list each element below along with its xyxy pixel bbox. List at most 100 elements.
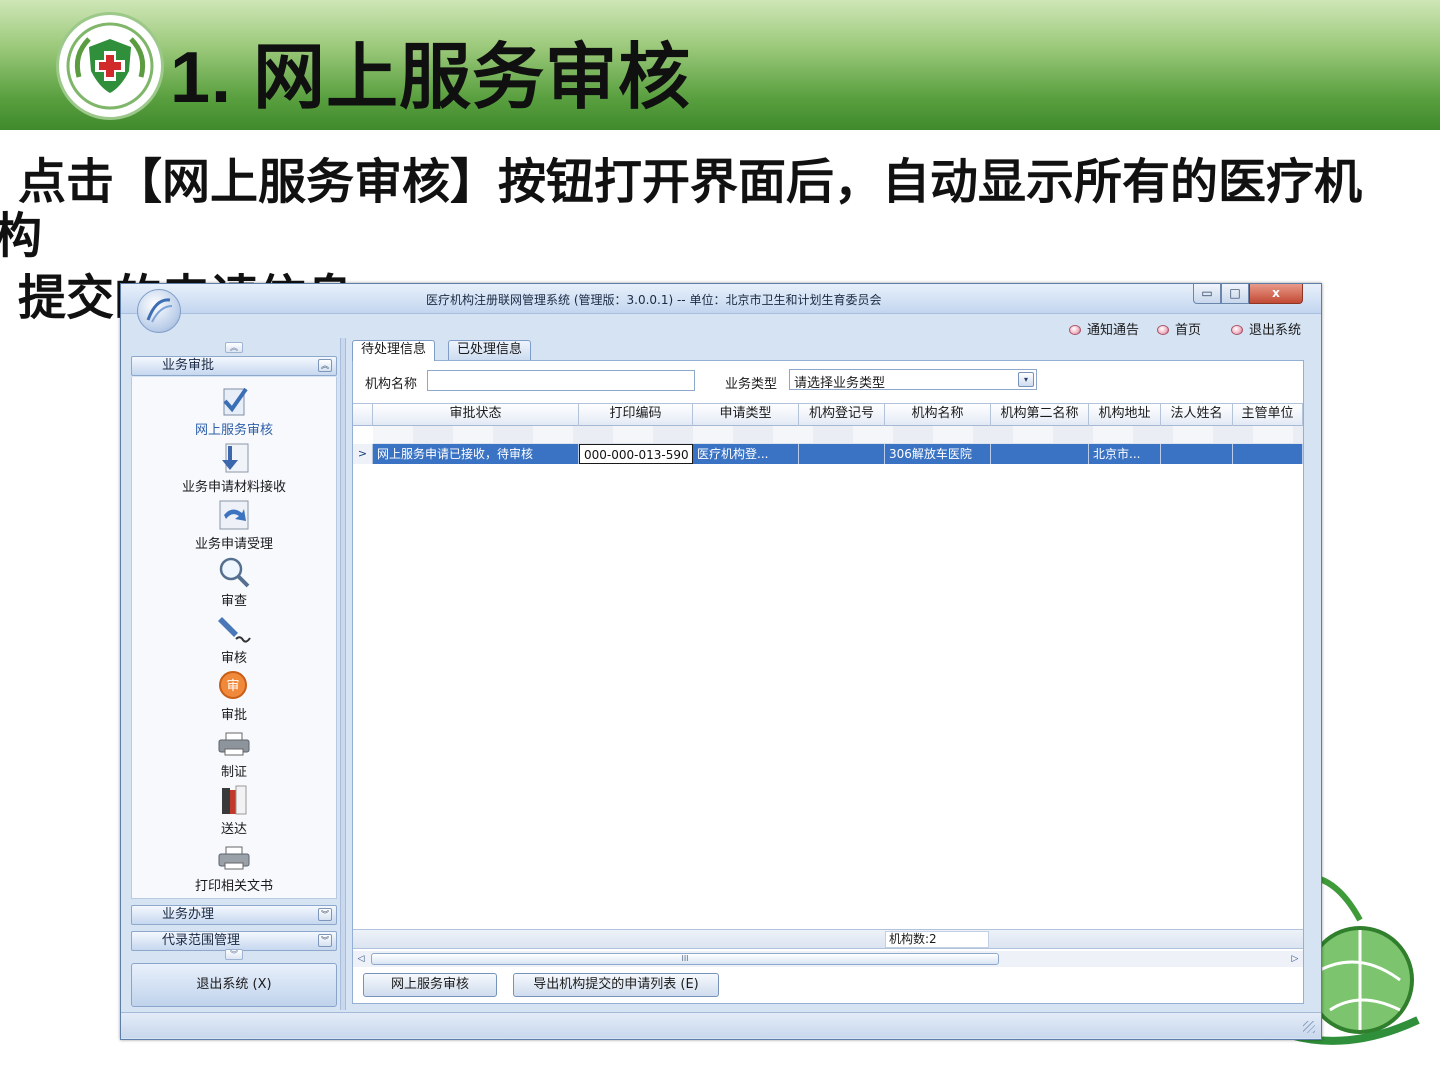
sidebar-scroll-up-button[interactable]: ︽: [225, 342, 243, 353]
column-header[interactable]: 机构名称: [885, 404, 991, 426]
main-panel: 待处理信息 已处理信息 机构名称 业务类型 请选择业务类型 ▾ 审批状态 打印编…: [350, 338, 1306, 1010]
column-header[interactable]: 打印编码: [579, 404, 693, 426]
book-delivery-icon: [222, 785, 247, 815]
download-arrow-icon: [222, 443, 249, 473]
nav-home-label: 首页: [1175, 323, 1202, 338]
sidebar-item-online-audit[interactable]: 网上服务审核: [132, 383, 336, 440]
sidebar-item-review[interactable]: 审查: [132, 554, 336, 611]
biz-type-label: 业务类型: [725, 377, 778, 392]
table-row-redacted[interactable]: [373, 426, 1303, 444]
column-header[interactable]: 主管单位: [1233, 404, 1303, 426]
scrollbar-thumb[interactable]: III: [371, 953, 999, 965]
export-list-button[interactable]: 导出机构提交的申请列表 (E): [513, 973, 719, 997]
column-header[interactable]: 申请类型: [693, 404, 799, 426]
sidebar-item-label: 打印相关文书: [194, 879, 273, 894]
sidebar-item-material-receive[interactable]: 业务申请材料接收: [132, 440, 336, 497]
table-row-selected[interactable]: > 网上服务申请已接收，待审核 000-000-013-590 医疗机构登...…: [353, 444, 1303, 464]
chevron-down-icon[interactable]: ︾: [318, 934, 332, 947]
sidebar-item-audit[interactable]: 审核: [132, 611, 336, 668]
column-header[interactable]: 机构登记号: [799, 404, 885, 426]
resize-grip-icon[interactable]: [1303, 1021, 1315, 1033]
tab-processed[interactable]: 已处理信息: [448, 340, 532, 360]
forward-arrow-icon: [219, 500, 249, 530]
online-audit-button[interactable]: 网上服务审核: [363, 973, 497, 997]
cell-org-second-name[interactable]: [991, 444, 1089, 464]
cell-print-code[interactable]: 000-000-013-590: [579, 444, 693, 464]
cell-registration-number[interactable]: [799, 444, 885, 464]
chevron-down-icon[interactable]: ︾: [318, 908, 332, 921]
cell-application-type[interactable]: 医疗机构登...: [693, 444, 799, 464]
nav-exit-label: 退出系统: [1249, 323, 1302, 338]
cell-supervisor-unit[interactable]: [1233, 444, 1303, 464]
sidebar-item-label: 审核: [220, 651, 247, 666]
sidebar-scroll-down-button[interactable]: ︾: [225, 949, 243, 960]
sidebar-item-application-accept[interactable]: 业务申请受理: [132, 497, 336, 554]
app-window: 医疗机构注册联网管理系统 (管理版：3.0.0.1) -- 单位：北京市卫生和计…: [120, 283, 1322, 1040]
sidebar-item-approve[interactable]: 审 审批: [132, 668, 336, 725]
cell-legal-person[interactable]: [1161, 444, 1233, 464]
close-button[interactable]: x: [1249, 284, 1303, 304]
chevron-down-icon[interactable]: ▾: [1018, 372, 1034, 387]
sidebar-exit-button[interactable]: 退出系统 (X): [131, 963, 337, 1007]
sidebar-item-label: 制证: [220, 765, 247, 780]
nav-exit-link[interactable]: 退出系统: [1231, 319, 1301, 338]
bullet-dot-icon: [1069, 325, 1081, 335]
scroll-left-icon[interactable]: ◁: [353, 952, 369, 966]
shield-cross-icon: [66, 22, 154, 110]
sidebar-item-label: 审批: [220, 708, 247, 723]
panel-splitter[interactable]: [340, 338, 346, 1010]
window-title: 医疗机构注册联网管理系统 (管理版：3.0.0.1) -- 单位：北京市卫生和计…: [426, 293, 882, 307]
application-grid: 审批状态 打印编码 申请类型 机构登记号 机构名称 机构第二名称 机构地址 法人…: [353, 403, 1303, 923]
grid-summary-row: 机构数:2: [353, 929, 1303, 949]
row-header-corner: [353, 404, 373, 426]
column-header[interactable]: 机构第二名称: [991, 404, 1089, 426]
tab-pending[interactable]: 待处理信息: [352, 340, 436, 361]
nav-notice-link[interactable]: 通知通告: [1069, 319, 1139, 338]
org-name-label: 机构名称: [365, 377, 418, 392]
pen-sign-icon: [218, 617, 251, 643]
maximize-button[interactable]: □: [1221, 284, 1249, 304]
svg-text:审: 审: [226, 679, 239, 694]
approve-seal-icon: 审: [219, 671, 247, 699]
sidebar-item-certificate[interactable]: 制证: [132, 725, 336, 782]
column-header[interactable]: 法人姓名: [1161, 404, 1233, 426]
sidebar-item-label: 网上服务审核: [194, 423, 273, 438]
nav-notice-label: 通知通告: [1087, 323, 1140, 338]
org-count-summary: 机构数:2: [885, 931, 989, 948]
description-line-2: 构: [0, 210, 43, 263]
horizontal-scrollbar[interactable]: ◁ III ▷: [353, 951, 1303, 967]
filter-bar: 机构名称 业务类型 请选择业务类型 ▾: [353, 361, 1303, 399]
row-pointer-icon: >: [353, 444, 373, 464]
biz-type-selected-value: 请选择业务类型: [794, 376, 886, 391]
cell-org-address[interactable]: 北京市...: [1089, 444, 1161, 464]
sidebar-item-delivery[interactable]: 送达: [132, 782, 336, 839]
group-approval-label: 业务审批: [162, 358, 215, 373]
check-document-icon: [223, 387, 248, 416]
minimize-button[interactable]: ▭: [1193, 284, 1221, 304]
tab-content-pending: 机构名称 业务类型 请选择业务类型 ▾ 审批状态 打印编码 申请类型 机构登记号…: [352, 360, 1304, 1004]
sidebar-item-list: 网上服务审核 业务申请材料接收 业务申请受理 审查 审核 审 审批 制证 送达 …: [131, 377, 337, 899]
action-bar: 网上服务审核 导出机构提交的申请列表 (E): [353, 969, 1303, 1003]
biz-type-select[interactable]: 请选择业务类型 ▾: [789, 369, 1037, 391]
printer-icon: [218, 732, 250, 756]
cell-approval-status[interactable]: 网上服务申请已接收，待审核: [373, 444, 579, 464]
sidebar-item-label: 送达: [220, 822, 247, 837]
scroll-right-icon[interactable]: ▷: [1287, 952, 1303, 966]
nav-home-link[interactable]: 首页: [1157, 319, 1201, 338]
sidebar-item-label: 业务申请材料接收: [181, 480, 286, 495]
chevron-up-icon[interactable]: ︽: [318, 359, 332, 372]
org-name-input[interactable]: [427, 370, 695, 391]
group-header-approval[interactable]: 业务审批 ︽: [131, 356, 337, 376]
group-business-label: 业务办理: [162, 907, 215, 922]
sidebar-item-label: 业务申请受理: [194, 537, 273, 552]
column-header[interactable]: 机构地址: [1089, 404, 1161, 426]
sidebar-item-print-documents[interactable]: 打印相关文书: [132, 839, 336, 896]
column-header[interactable]: 审批状态: [373, 404, 579, 426]
slide-title: 1. 网上服务审核: [170, 38, 692, 118]
group-header-business[interactable]: 业务办理 ︾: [131, 905, 337, 925]
group-header-agent-scope[interactable]: 代录范围管理 ︾: [131, 931, 337, 951]
magnifier-icon: [219, 557, 250, 588]
window-titlebar[interactable]: 医疗机构注册联网管理系统 (管理版：3.0.0.1) -- 单位：北京市卫生和计…: [121, 284, 1321, 314]
group-agent-label: 代录范围管理: [162, 933, 241, 948]
cell-org-name[interactable]: 306解放车医院: [885, 444, 991, 464]
